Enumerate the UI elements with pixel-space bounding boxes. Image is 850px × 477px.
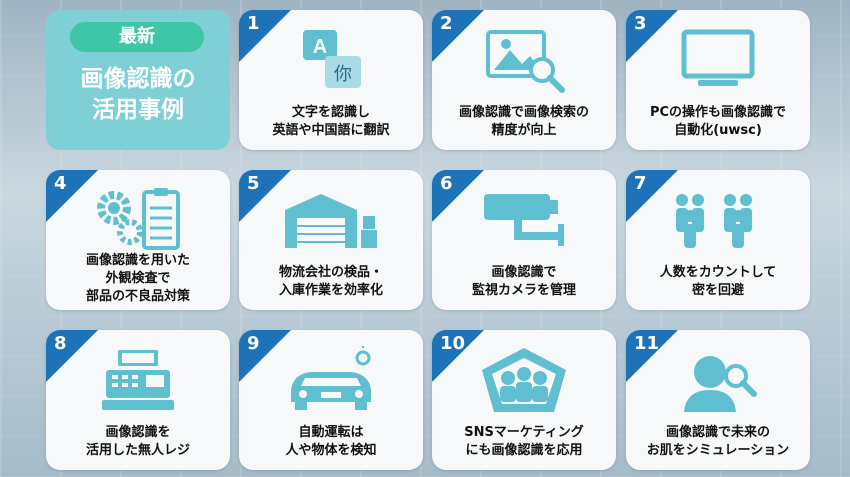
cash-register-icon <box>88 346 188 414</box>
card-label: 物流会社の検品・ 入庫作業を効率化 <box>278 265 383 298</box>
gears-clipboard-icon <box>88 186 188 254</box>
card-number: 2 <box>440 13 453 34</box>
case-card-6: 6 画像認識で 監視カメラを管理 <box>432 170 616 310</box>
case-card-8: 8 画像認識を 活用した無人レジ <box>46 330 230 470</box>
sns-group-icon <box>474 346 574 414</box>
warehouse-icon <box>281 186 381 254</box>
card-label: PCの操作も画像認識で 自動化(uwsc) <box>649 105 787 138</box>
card-number: 11 <box>634 333 660 354</box>
card-label: 画像認識を 活用した無人レジ <box>85 425 190 458</box>
face-search-icon <box>668 346 768 414</box>
case-card-11: 11 画像認識で未来の お肌をシミュレーション <box>626 330 810 470</box>
card-label: 自動運転は 人や物体を検知 <box>285 425 377 458</box>
case-card-7: 7 人数をカウントして 密を回避 <box>626 170 810 310</box>
security-camera-icon <box>474 186 574 254</box>
case-card-10: 10 SNSマーケティング にも画像認識を応用 <box>432 330 616 470</box>
card-label: 画像認識で 監視カメラを管理 <box>471 265 576 298</box>
svg-text:你: 你 <box>334 64 352 85</box>
case-card-3: 3 PCの操作も画像認識で 自動化(uwsc) <box>626 10 810 150</box>
card-number: 3 <box>634 13 647 34</box>
case-card-5: 5 物流会社の検品・ 入庫作業を効率化 <box>239 170 423 310</box>
translate-icon: A 你 <box>281 26 381 94</box>
case-card-2: 2 画像認識で画像検索の 精度が向上 <box>432 10 616 150</box>
card-number: 10 <box>440 333 466 354</box>
card-number: 9 <box>247 333 260 354</box>
case-card-4: 4 画像認識を用いた 外観検査で 部品の不良品対策 <box>46 170 230 310</box>
card-number: 6 <box>440 173 453 194</box>
card-number: 7 <box>634 173 647 194</box>
title-badge: 最新 <box>70 22 204 52</box>
card-number: 4 <box>54 173 67 194</box>
card-label: SNSマーケティング にも画像認識を応用 <box>464 425 584 458</box>
card-number: 1 <box>247 13 260 34</box>
card-label: 画像認識で未来の お肌をシミュレーション <box>646 425 790 458</box>
case-card-1: 1 A 你 文字を認識し 英語や中国語に翻訳 <box>239 10 423 150</box>
case-card-9: 9 自動運転は 人や物体を検知 <box>239 330 423 470</box>
card-number: 8 <box>54 333 67 354</box>
title-card: 最新 画像認識の 活用事例 <box>46 10 230 150</box>
page-title: 画像認識の 活用事例 <box>46 64 230 126</box>
card-label: 画像認識で画像検索の 精度が向上 <box>458 105 589 138</box>
title-line2: 活用事例 <box>92 97 184 123</box>
card-label: 文字を認識し 英語や中国語に翻訳 <box>272 105 390 138</box>
monitor-icon <box>668 26 768 94</box>
crowd-icon <box>668 186 768 254</box>
car-icon <box>281 346 381 414</box>
title-line1: 画像認識の <box>80 66 196 92</box>
image-search-icon <box>474 26 574 94</box>
card-label: 画像認識を用いた 外観検査で 部品の不良品対策 <box>85 253 190 304</box>
card-label: 人数をカウントして 密を回避 <box>659 265 777 298</box>
svg-text:A: A <box>313 36 327 58</box>
card-number: 5 <box>247 173 260 194</box>
